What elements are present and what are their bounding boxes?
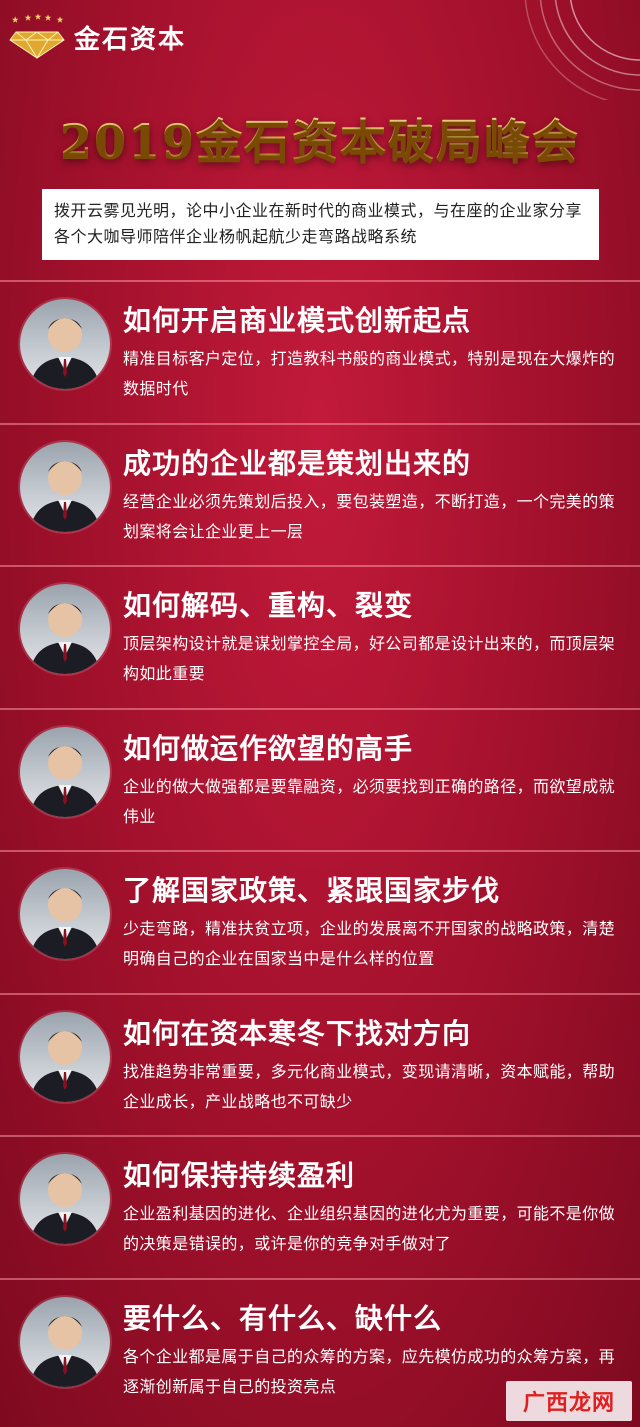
topic-heading: 如何解码、重构、裂变 xyxy=(123,589,414,622)
topic-heading: 如何保持持续盈利 xyxy=(123,1159,356,1192)
topic-item: 了解国家政策、紧跟国家步伐少走弯路，精准扶贫立项，企业的发展离不开国家的战略政策… xyxy=(0,853,640,995)
topic-description: 少走弯路，精准扶贫立项，企业的发展离不开国家的战略政策，清楚明确自己的企业在国家… xyxy=(123,919,616,968)
speaker-avatar xyxy=(20,1011,110,1102)
page-title: 2019金石资本破局峰会 xyxy=(0,105,640,168)
watermark-text: 广西龙网 xyxy=(522,1391,615,1416)
topic-item: 如何保持持续盈利企业盈利基因的进化、企业组织基因的进化尤为重要，可能不是你做的决… xyxy=(0,1138,640,1280)
speaker-avatar xyxy=(20,584,110,674)
speaker-avatar xyxy=(20,1296,110,1387)
divider xyxy=(0,992,640,995)
topic-heading: 如何做运作欲望的高手 xyxy=(123,731,414,765)
topic-description: 精准目标客户定位，打造教科书般的商业模式，特别是现在大爆炸的数据时代 xyxy=(123,349,616,398)
speaker-avatar xyxy=(20,299,110,389)
divider xyxy=(0,1277,640,1280)
brand-name: 金石资本 xyxy=(74,24,187,55)
speaker-avatar xyxy=(20,441,110,532)
watermark: 广西龙网 xyxy=(506,1381,632,1421)
topic-heading: 成功的企业都是策划出来的 xyxy=(123,446,472,480)
topic-description: 企业盈利基因的进化、企业组织基因的进化尤为重要，可能不是你做的决策是错误的，或许… xyxy=(123,1204,616,1253)
divider xyxy=(0,707,640,710)
speaker-avatar xyxy=(20,726,110,817)
divider xyxy=(0,1135,640,1137)
topic-heading: 要什么、有什么、缺什么 xyxy=(123,1301,443,1335)
topic-description: 顶层架构设计就是谋划掌控全局，好公司都是设计出来的，而顶层架构如此重要 xyxy=(123,634,616,683)
topic-heading: 了解国家政策、紧跟国家步伐 xyxy=(123,874,501,907)
brand-logo: 金石资本 xyxy=(8,12,186,62)
topic-item: 如何解码、重构、裂变顶层架构设计就是谋划掌控全局，好公司都是设计出来的，而顶层架… xyxy=(0,568,640,710)
speaker-avatar xyxy=(20,1154,110,1244)
speaker-avatar xyxy=(20,869,110,959)
topic-item: 如何在资本寒冬下找对方向找准趋势非常重要，多元化商业模式，变现请清晰，资本赋能，… xyxy=(0,996,640,1138)
divider xyxy=(0,280,640,282)
topic-item: 如何做运作欲望的高手企业的做大做强都是要靠融资，必须要找到正确的路径，而欲望成就… xyxy=(0,711,640,853)
intro-text: 拨开云雾见光明，论中小企业在新时代的商业模式，与在座的企业家分享各个大咖导师陪伴… xyxy=(42,189,599,260)
divider xyxy=(0,850,640,852)
topic-heading: 如何开启商业模式创新起点 xyxy=(123,304,472,337)
topic-description: 企业的做大做强都是要靠融资，必须要找到正确的路径，而欲望成就伟业 xyxy=(123,776,616,826)
topic-item: 成功的企业都是策划出来的经营企业必须先策划后投入，要包装塑造，不断打造，一个完美… xyxy=(0,426,640,568)
topic-heading: 如何在资本寒冬下找对方向 xyxy=(123,1016,472,1050)
topic-description: 找准趋势非常重要，多元化商业模式，变现请清晰，资本赋能，帮助企业成长，产业战略也… xyxy=(123,1061,616,1111)
decorative-arcs xyxy=(524,0,640,100)
diamond-icon xyxy=(9,14,65,59)
topic-description: 经营企业必须先策划后投入，要包装塑造，不断打造，一个完美的策划案将会让企业更上一… xyxy=(123,491,616,541)
divider xyxy=(0,422,640,425)
topic-item: 如何开启商业模式创新起点精准目标客户定位，打造教科书般的商业模式，特别是现在大爆… xyxy=(0,283,640,425)
divider xyxy=(0,565,640,567)
